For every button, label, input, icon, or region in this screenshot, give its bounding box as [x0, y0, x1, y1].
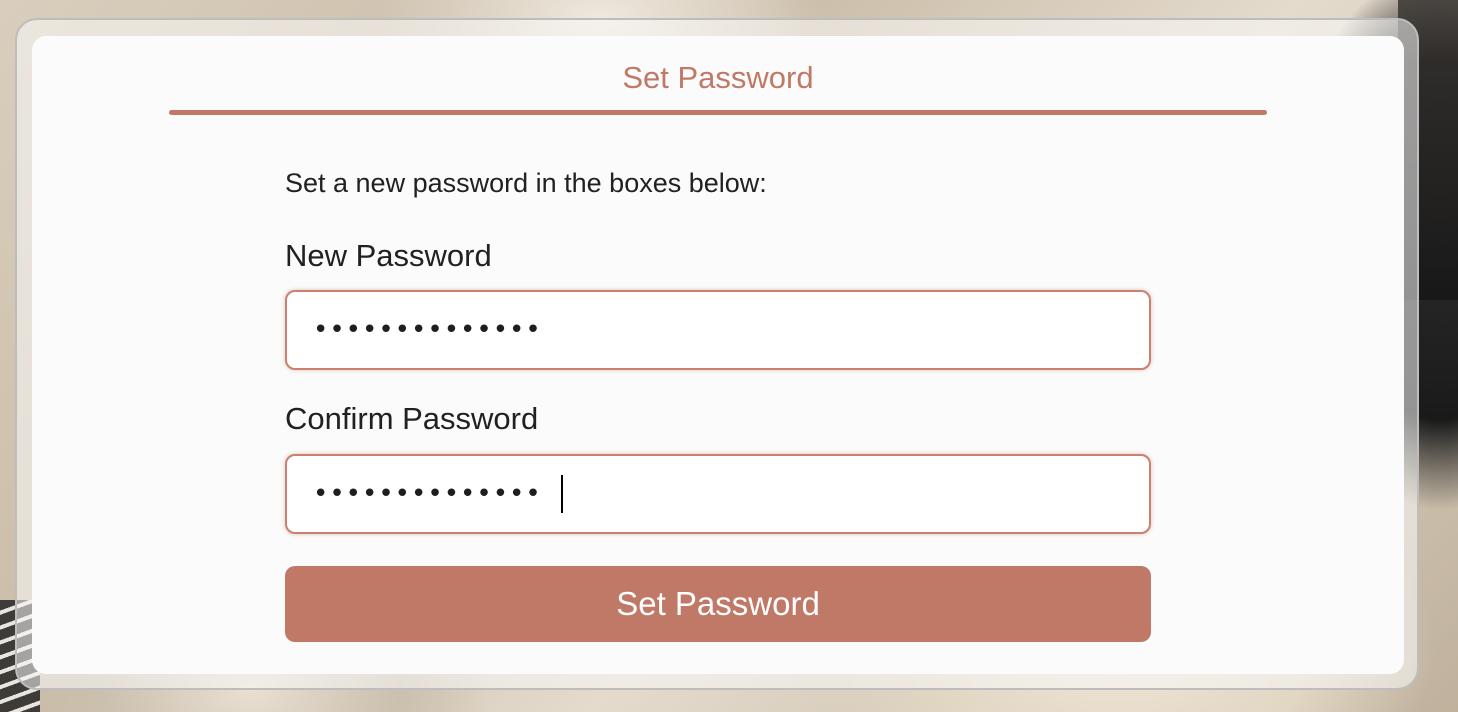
confirm-password-label: Confirm Password	[285, 401, 539, 436]
form-title: Set Password	[622, 60, 814, 95]
text-cursor	[561, 475, 563, 513]
new-password-input[interactable]	[285, 290, 1151, 370]
new-password-label: New Password	[285, 238, 492, 273]
title-underline	[169, 110, 1267, 115]
set-password-button[interactable]: Set Password	[285, 566, 1151, 642]
set-password-card: Set Password Set a new password in the b…	[32, 36, 1404, 674]
instruction-text: Set a new password in the boxes below:	[285, 168, 767, 198]
confirm-password-input[interactable]	[285, 454, 1151, 534]
